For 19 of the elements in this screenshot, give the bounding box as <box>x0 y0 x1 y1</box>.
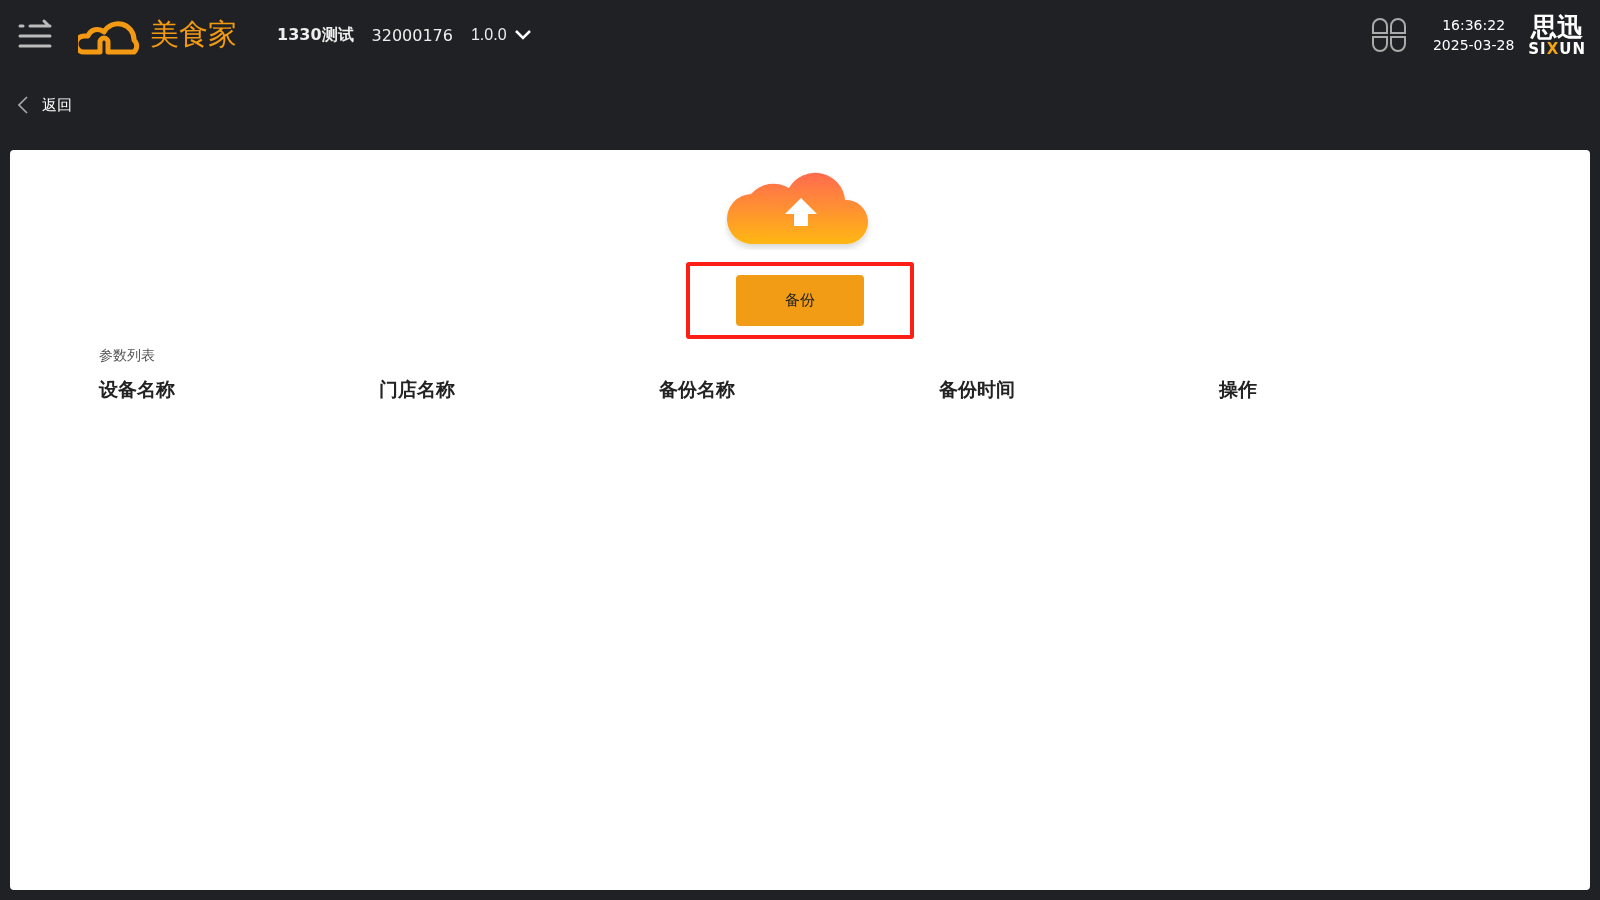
back-link[interactable]: 返回 <box>18 95 72 115</box>
clock-date: 2025-03-28 <box>1432 36 1515 55</box>
column-header: 操作 <box>1219 377 1258 402</box>
vendor-logo-text: 思迅 <box>1531 13 1584 40</box>
clock-time: 16:36:22 <box>1442 16 1506 35</box>
chevron-down-icon <box>514 30 531 40</box>
backup-button[interactable]: 备份 <box>736 275 864 326</box>
store-name: 1330测试 <box>277 24 354 46</box>
column-header: 设备名称 <box>99 377 176 402</box>
store-code: 32000176 <box>371 25 453 45</box>
column-header: 备份名称 <box>659 377 736 402</box>
chevron-left-icon <box>18 96 28 114</box>
column-header: 门店名称 <box>379 377 456 402</box>
version-dropdown[interactable]: 1.0.0 <box>470 26 531 44</box>
column-header: 备份时间 <box>939 377 1016 402</box>
brand-name: 美食家 <box>150 16 237 53</box>
table-caption: 参数列表 <box>99 347 156 365</box>
apps-grid-icon[interactable] <box>1370 17 1407 53</box>
vendor-logo-wordmark: SIXUN <box>1528 41 1586 57</box>
